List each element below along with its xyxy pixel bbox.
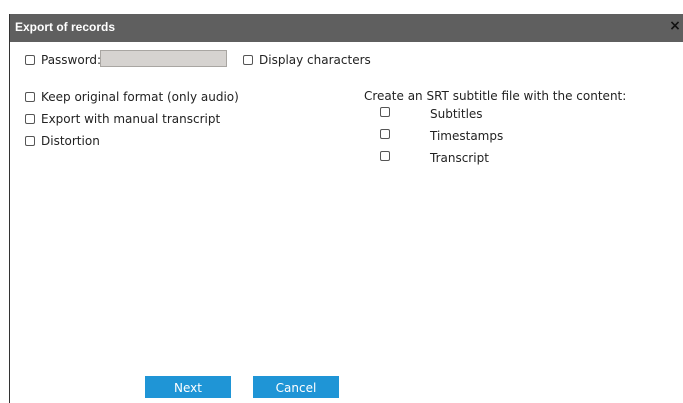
distortion-checkbox[interactable] [25,136,35,146]
distortion-label: Distortion [41,134,100,148]
srt-heading: Create an SRT subtitle file with the con… [364,89,627,103]
srt-timestamps-checkbox[interactable] [380,129,390,139]
dialog-titlebar: Export of records × [10,14,683,42]
manual-transcript-checkbox[interactable] [25,114,35,124]
export-dialog: Export of records × Password: Display ch… [9,14,683,403]
srt-subtitles-checkbox[interactable] [380,107,390,117]
display-characters-label: Display characters [259,53,371,67]
srt-transcript-checkbox[interactable] [380,151,390,161]
srt-subtitles-label: Subtitles [430,107,483,121]
srt-transcript-label: Transcript [430,151,489,165]
srt-timestamps-label: Timestamps [430,129,504,143]
password-checkbox[interactable] [25,55,35,65]
display-characters-checkbox[interactable] [243,55,253,65]
next-button[interactable]: Next [145,376,231,398]
close-icon[interactable]: × [668,18,682,34]
keep-original-format-label: Keep original format (only audio) [41,90,239,104]
cancel-button[interactable]: Cancel [253,376,339,398]
manual-transcript-label: Export with manual transcript [41,112,221,126]
dialog-title: Export of records [15,20,116,34]
password-input[interactable] [100,50,227,67]
keep-original-format-checkbox[interactable] [25,92,35,102]
password-label: Password: [41,53,102,67]
